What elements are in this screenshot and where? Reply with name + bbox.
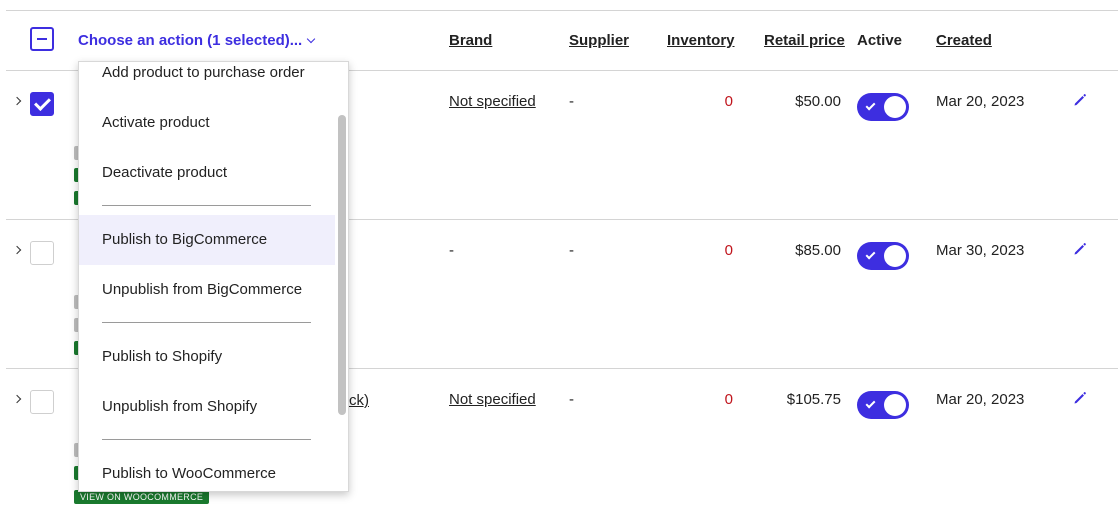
menu-divider — [102, 322, 311, 323]
product-name-link[interactable]: ck) — [349, 392, 369, 409]
check-icon — [865, 100, 876, 111]
price-cell: $85.00 — [795, 242, 841, 259]
table-top-border — [6, 10, 1118, 11]
row-checkbox[interactable] — [30, 241, 54, 265]
supplier-cell: - — [569, 391, 574, 408]
chevron-right-icon[interactable] — [12, 96, 22, 106]
menu-item-unpublish-shopify[interactable]: Unpublish from Shopify — [79, 382, 335, 432]
supplier-cell: - — [569, 93, 574, 110]
check-icon — [865, 249, 876, 260]
menu-item-publish-woocommerce[interactable]: Publish to WooCommerce — [79, 449, 335, 491]
brand-cell: - — [449, 242, 454, 259]
price-cell: $50.00 — [795, 93, 841, 110]
bulk-action-dropdown[interactable]: Choose an action (1 selected)... — [78, 32, 316, 49]
bulk-action-menu: Add product to purchase order Activate p… — [78, 61, 349, 492]
active-toggle[interactable] — [857, 93, 909, 121]
chevron-right-icon[interactable] — [12, 245, 22, 255]
chevron-down-icon — [306, 34, 316, 44]
menu-item-publish-bigcommerce[interactable]: Publish to BigCommerce — [79, 215, 335, 265]
select-all-checkbox[interactable] — [30, 27, 54, 51]
inventory-cell: 0 — [724, 93, 733, 110]
check-icon — [865, 398, 876, 409]
active-toggle[interactable] — [857, 391, 909, 419]
created-cell: Mar 20, 2023 — [936, 93, 1025, 110]
menu-item-deactivate-product[interactable]: Deactivate product — [79, 148, 335, 198]
menu-scrollbar[interactable] — [338, 115, 346, 415]
column-header-retail-price[interactable]: Retail price — [764, 32, 845, 49]
menu-divider — [102, 205, 311, 206]
created-cell: Mar 20, 2023 — [936, 391, 1025, 408]
row-checkbox[interactable] — [30, 92, 54, 116]
bulk-action-label: Choose an action (1 selected)... — [78, 32, 303, 49]
chevron-right-icon[interactable] — [12, 394, 22, 404]
supplier-cell: - — [569, 242, 574, 259]
price-cell: $105.75 — [786, 391, 841, 408]
column-header-active: Active — [857, 32, 903, 49]
pencil-icon[interactable] — [1073, 93, 1087, 107]
created-cell: Mar 30, 2023 — [936, 242, 1025, 259]
menu-item-add-to-purchase-order[interactable]: Add product to purchase order — [79, 62, 335, 98]
brand-cell[interactable]: Not specified — [449, 93, 536, 110]
pencil-icon[interactable] — [1073, 391, 1087, 405]
menu-item-publish-shopify[interactable]: Publish to Shopify — [79, 332, 335, 382]
view-on-woocommerce-badge[interactable]: VIEW ON WOOCOMMERCE — [74, 490, 210, 504]
column-header-supplier[interactable]: Supplier — [569, 32, 629, 49]
inventory-cell: 0 — [724, 391, 733, 408]
menu-divider — [102, 439, 311, 440]
active-toggle[interactable] — [857, 242, 909, 270]
pencil-icon[interactable] — [1073, 242, 1087, 256]
column-header-brand[interactable]: Brand — [449, 32, 492, 49]
inventory-cell: 0 — [724, 242, 733, 259]
column-header-created[interactable]: Created — [936, 32, 992, 49]
brand-cell[interactable]: Not specified — [449, 391, 536, 408]
menu-item-activate-product[interactable]: Activate product — [79, 98, 335, 148]
menu-item-unpublish-bigcommerce[interactable]: Unpublish from BigCommerce — [79, 265, 335, 315]
column-header-inventory[interactable]: Inventory — [667, 32, 735, 49]
row-checkbox[interactable] — [30, 390, 54, 414]
